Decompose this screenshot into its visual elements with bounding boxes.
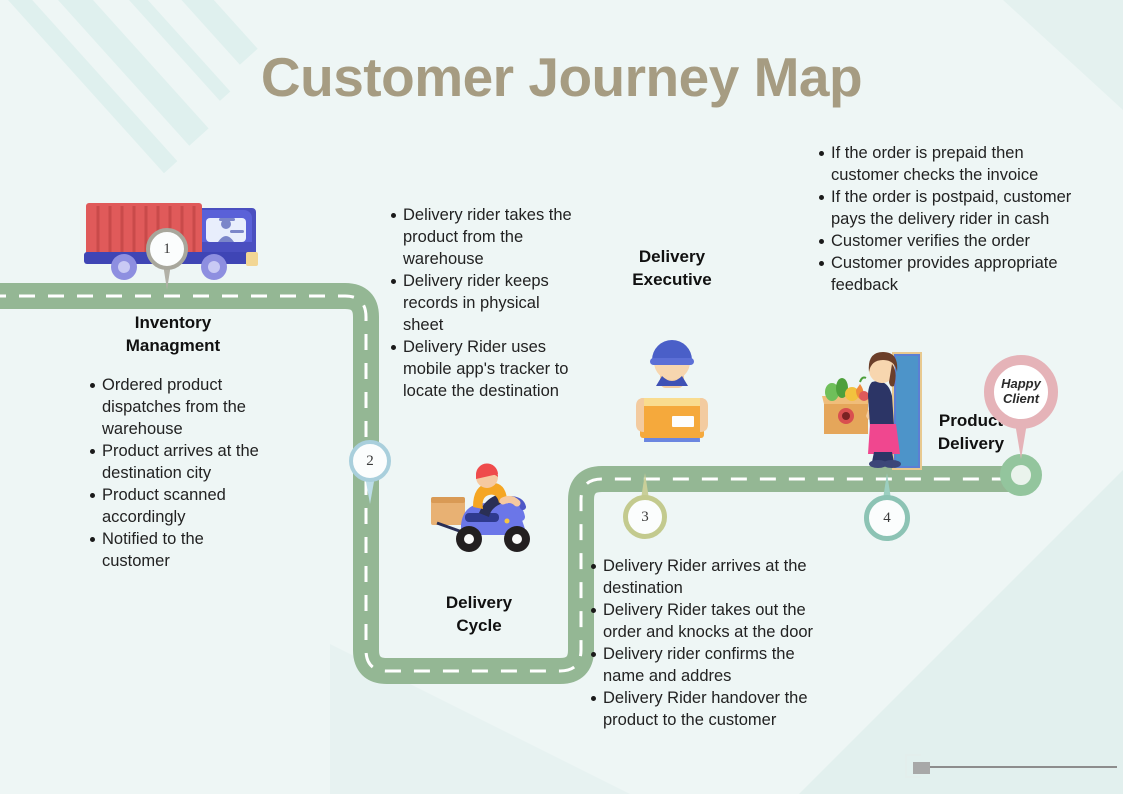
list-item: Delivery rider confirms the name and add… <box>590 644 838 688</box>
list-item: Delivery rider takes the product from th… <box>390 205 576 271</box>
list-item: Notified to the customer <box>89 529 267 573</box>
section-heading-delivery-executive: Delivery Executive <box>596 246 748 292</box>
section-bullets-delivery-executive: If the order is prepaid then customer ch… <box>818 143 1080 297</box>
marker-4-label: 4 <box>883 509 891 526</box>
list-item: If the order is prepaid then customer ch… <box>818 143 1080 187</box>
section-heading-delivery-cycle-line2: Cycle <box>456 615 502 635</box>
happy-client-line2: Client <box>1002 391 1040 406</box>
happy-client-ring: Happy Client <box>984 355 1058 429</box>
section-heading-inventory: Inventory Managment <box>90 312 256 358</box>
section-heading-product-delivery-line2: Delivery <box>937 433 1005 453</box>
scrollbar-thumb[interactable] <box>913 762 930 774</box>
marker-1-label: 1 <box>163 240 171 257</box>
list-item: Customer verifies the order <box>818 231 1080 253</box>
marker-2-ring: 2 <box>349 440 391 482</box>
marker-3-label: 3 <box>641 508 649 525</box>
list-item: Customer provides appropriate feedback <box>818 253 1080 297</box>
list-item: Delivery Rider uses mobile app's tracker… <box>390 337 576 403</box>
section-bullets-product-delivery: Delivery Rider arrives at the destinatio… <box>590 556 838 732</box>
scrollbar-track[interactable] <box>915 766 1117 768</box>
section-bullets-inventory: Ordered product dispatches from the ware… <box>89 375 267 572</box>
marker-3-ring: 3 <box>623 495 667 539</box>
marker-2[interactable]: 2 <box>349 440 391 504</box>
list-item: Product arrives at the destination city <box>89 441 267 485</box>
delivery-executive-illustration <box>636 340 708 442</box>
happy-client-base <box>1000 454 1042 496</box>
section-heading-delivery-cycle-line1: Delivery <box>445 593 513 612</box>
list-item: If the order is postpaid, customer pays … <box>818 187 1080 231</box>
section-heading-inventory-line2: Managment <box>125 335 221 355</box>
list-item: Delivery Rider handover the product to t… <box>590 688 838 732</box>
marker-2-label: 2 <box>366 452 374 469</box>
list-item: Delivery Rider arrives at the destinatio… <box>590 556 838 600</box>
section-bullets-delivery-cycle: Delivery rider takes the product from th… <box>390 205 576 402</box>
horizontal-scrollbar[interactable] <box>905 754 1117 778</box>
marker-1[interactable]: 1 <box>146 228 188 290</box>
section-heading-delivery-executive-line2: Executive <box>632 269 712 289</box>
marker-3[interactable]: 3 <box>623 473 667 539</box>
scooter-rider-illustration <box>431 463 530 552</box>
marker-4-ring: 4 <box>864 495 910 541</box>
slide-canvas: Customer Journey Map 1 2 3 4 Happy Clien… <box>0 0 1123 794</box>
section-heading-delivery-cycle: Delivery Cycle <box>400 592 558 638</box>
list-item: Ordered product dispatches from the ware… <box>89 375 267 441</box>
list-item: Delivery Rider takes out the order and k… <box>590 600 838 644</box>
marker-4[interactable]: 4 <box>864 473 910 541</box>
list-item: Delivery rider keeps records in physical… <box>390 271 576 337</box>
marker-1-ring: 1 <box>146 228 188 270</box>
section-heading-inventory-line1: Inventory <box>134 313 212 332</box>
customer-doorstep-illustration <box>822 352 922 470</box>
list-item: Product scanned accordingly <box>89 485 267 529</box>
section-heading-delivery-executive-line1: Delivery <box>638 247 706 266</box>
happy-client-line1: Happy <box>1001 376 1041 392</box>
